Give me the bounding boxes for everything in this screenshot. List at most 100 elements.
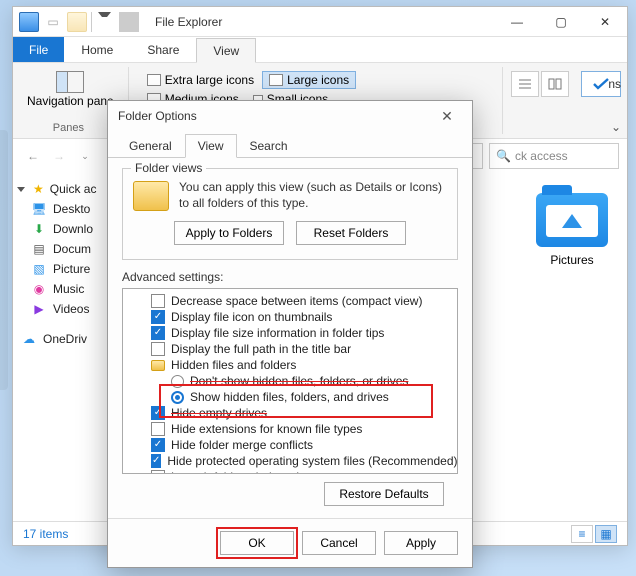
checkbox[interactable] (151, 438, 165, 452)
sidebar-item-label: Picture (53, 262, 90, 276)
qat-save-icon[interactable]: ▭ (43, 12, 63, 32)
checkbox[interactable] (151, 310, 165, 324)
apply-to-folders-button[interactable]: Apply to Folders (174, 221, 284, 245)
adv-item-7[interactable]: Hide empty drives (127, 405, 453, 421)
view-details-toggle[interactable]: ≡ (571, 525, 593, 543)
close-button[interactable]: ✕ (583, 7, 627, 37)
adv-item-label: Hide extensions for known file types (171, 422, 362, 436)
adv-item-5[interactable]: Don't show hidden files, folders, or dri… (127, 373, 453, 389)
nav-back-icon[interactable]: ← (21, 144, 45, 168)
menu-view[interactable]: View (196, 38, 256, 63)
cloud-icon: ☁ (21, 332, 37, 346)
adv-item-9[interactable]: Hide folder merge conflicts (127, 437, 453, 453)
qat-folder-icon[interactable] (67, 12, 87, 32)
desktop-icon: 🖥 (31, 202, 47, 216)
menu-share[interactable]: Share (130, 37, 196, 62)
navigation-pane-label: Navigation pane (27, 95, 114, 108)
tab-search[interactable]: Search (237, 134, 301, 158)
nav-forward-icon[interactable]: → (47, 144, 71, 168)
checkbox[interactable] (151, 342, 165, 356)
sidebar-item-desktop[interactable]: 🖥Deskto (13, 199, 122, 219)
navigation-pane-icon (56, 71, 84, 93)
reset-folders-button[interactable]: Reset Folders (296, 221, 406, 245)
tab-general[interactable]: General (116, 134, 185, 158)
sidebar-item-videos[interactable]: ▶Videos (13, 299, 122, 319)
folder-pictures[interactable]: Pictures (527, 193, 617, 267)
adv-item-10[interactable]: Hide protected operating system files (R… (127, 453, 453, 469)
separator (119, 12, 139, 32)
sidebar-item-documents[interactable]: ▤Docum (13, 239, 122, 259)
folder-views-text: You can apply this view (such as Details… (179, 179, 447, 211)
fieldset-legend: Folder views (131, 161, 206, 175)
navigation-pane-button[interactable]: Navigation pane (23, 69, 118, 110)
adv-item-2[interactable]: Display file size information in folder … (127, 325, 453, 341)
menu-home[interactable]: Home (64, 37, 130, 62)
tab-view[interactable]: View (185, 134, 237, 158)
folder-icon (536, 193, 608, 247)
cancel-button[interactable]: Cancel (302, 531, 376, 555)
search-icon: 🔍 (496, 149, 511, 163)
layout-extra-large[interactable]: Extra large icons (141, 71, 260, 89)
adv-item-0[interactable]: Decrease space between items (compact vi… (127, 293, 453, 309)
adv-item-1[interactable]: Display file icon on thumbnails (127, 309, 453, 325)
adv-item-4[interactable]: Hidden files and folders (127, 357, 453, 373)
star-icon: ★ (33, 182, 44, 196)
adv-item-label: Display file size information in folder … (171, 326, 384, 340)
sort-by-button[interactable] (511, 71, 539, 97)
sidebar-item-onedrive[interactable]: ☁OneDriv (13, 329, 122, 349)
dialog-title: Folder Options (118, 109, 197, 123)
dialog-tabs: General View Search (108, 133, 472, 158)
group-by-button[interactable] (541, 71, 569, 97)
adv-item-label: Display the full path in the title bar (171, 342, 351, 356)
folder-icon (151, 360, 165, 371)
checkbox[interactable] (151, 326, 165, 340)
menubar: File Home Share View (13, 37, 627, 63)
dialog-titlebar: Folder Options ✕ (108, 101, 472, 131)
adv-item-label: Hide empty drives (171, 406, 267, 420)
checkbox[interactable] (151, 294, 165, 308)
folder-views-fieldset: Folder views You can apply this view (su… (122, 168, 458, 260)
dialog-close-button[interactable]: ✕ (432, 108, 462, 125)
adv-item-3[interactable]: Display the full path in the title bar (127, 341, 453, 357)
search-input[interactable]: 🔍 ck access (489, 143, 619, 169)
radio[interactable] (171, 375, 184, 388)
chevron-down-icon (17, 187, 25, 192)
sidebar-item-music[interactable]: ◉Music (13, 279, 122, 299)
adv-item-label: Don't show hidden files, folders, or dri… (190, 374, 408, 388)
minimize-button[interactable]: — (495, 7, 539, 37)
menu-file[interactable]: File (13, 37, 64, 62)
radio[interactable] (171, 391, 184, 404)
sidebar-label: Quick ac (50, 182, 97, 196)
maximize-button[interactable]: ▢ (539, 7, 583, 37)
status-item-count: 17 items (23, 527, 68, 541)
ok-button[interactable]: OK (220, 531, 294, 555)
adv-item-11[interactable]: Launch folder windows in a separate proc… (127, 469, 453, 474)
adv-item-6[interactable]: Show hidden files, folders, and drives (127, 389, 453, 405)
view-large-toggle[interactable]: ▦ (595, 525, 617, 543)
qat-dropdown-icon[interactable] (91, 12, 111, 32)
adv-item-label: Hidden files and folders (171, 358, 296, 372)
advanced-settings-list[interactable]: Decrease space between items (compact vi… (122, 288, 458, 474)
videos-icon: ▶ (31, 302, 47, 316)
sidebar-item-label: Music (53, 282, 84, 296)
layout-label: Large icons (287, 73, 349, 87)
restore-defaults-button[interactable]: Restore Defaults (324, 482, 444, 506)
layout-large[interactable]: Large icons (262, 71, 356, 89)
search-placeholder: ck access (515, 149, 568, 163)
sidebar-quick-access[interactable]: ★ Quick ac (13, 179, 122, 199)
sidebar-item-label: Docum (53, 242, 91, 256)
adv-item-8[interactable]: Hide extensions for known file types (127, 421, 453, 437)
adv-item-label: Hide protected operating system files (R… (167, 454, 457, 468)
ribbon-expand-icon[interactable]: ⌄ (611, 120, 621, 134)
folder-icon (133, 181, 169, 211)
nav-history-icon[interactable]: ⌄ (73, 144, 97, 168)
checkbox[interactable] (151, 406, 165, 420)
sidebar-item-pictures[interactable]: ▧Picture (13, 259, 122, 279)
checkbox[interactable] (151, 422, 165, 436)
checkbox[interactable] (151, 470, 165, 474)
apply-button[interactable]: Apply (384, 531, 458, 555)
sidebar-item-downloads[interactable]: ⬇Downlo (13, 219, 122, 239)
checkbox[interactable] (151, 454, 161, 468)
download-icon: ⬇ (31, 222, 47, 236)
titlebar: ▭ File Explorer — ▢ ✕ (13, 7, 627, 37)
